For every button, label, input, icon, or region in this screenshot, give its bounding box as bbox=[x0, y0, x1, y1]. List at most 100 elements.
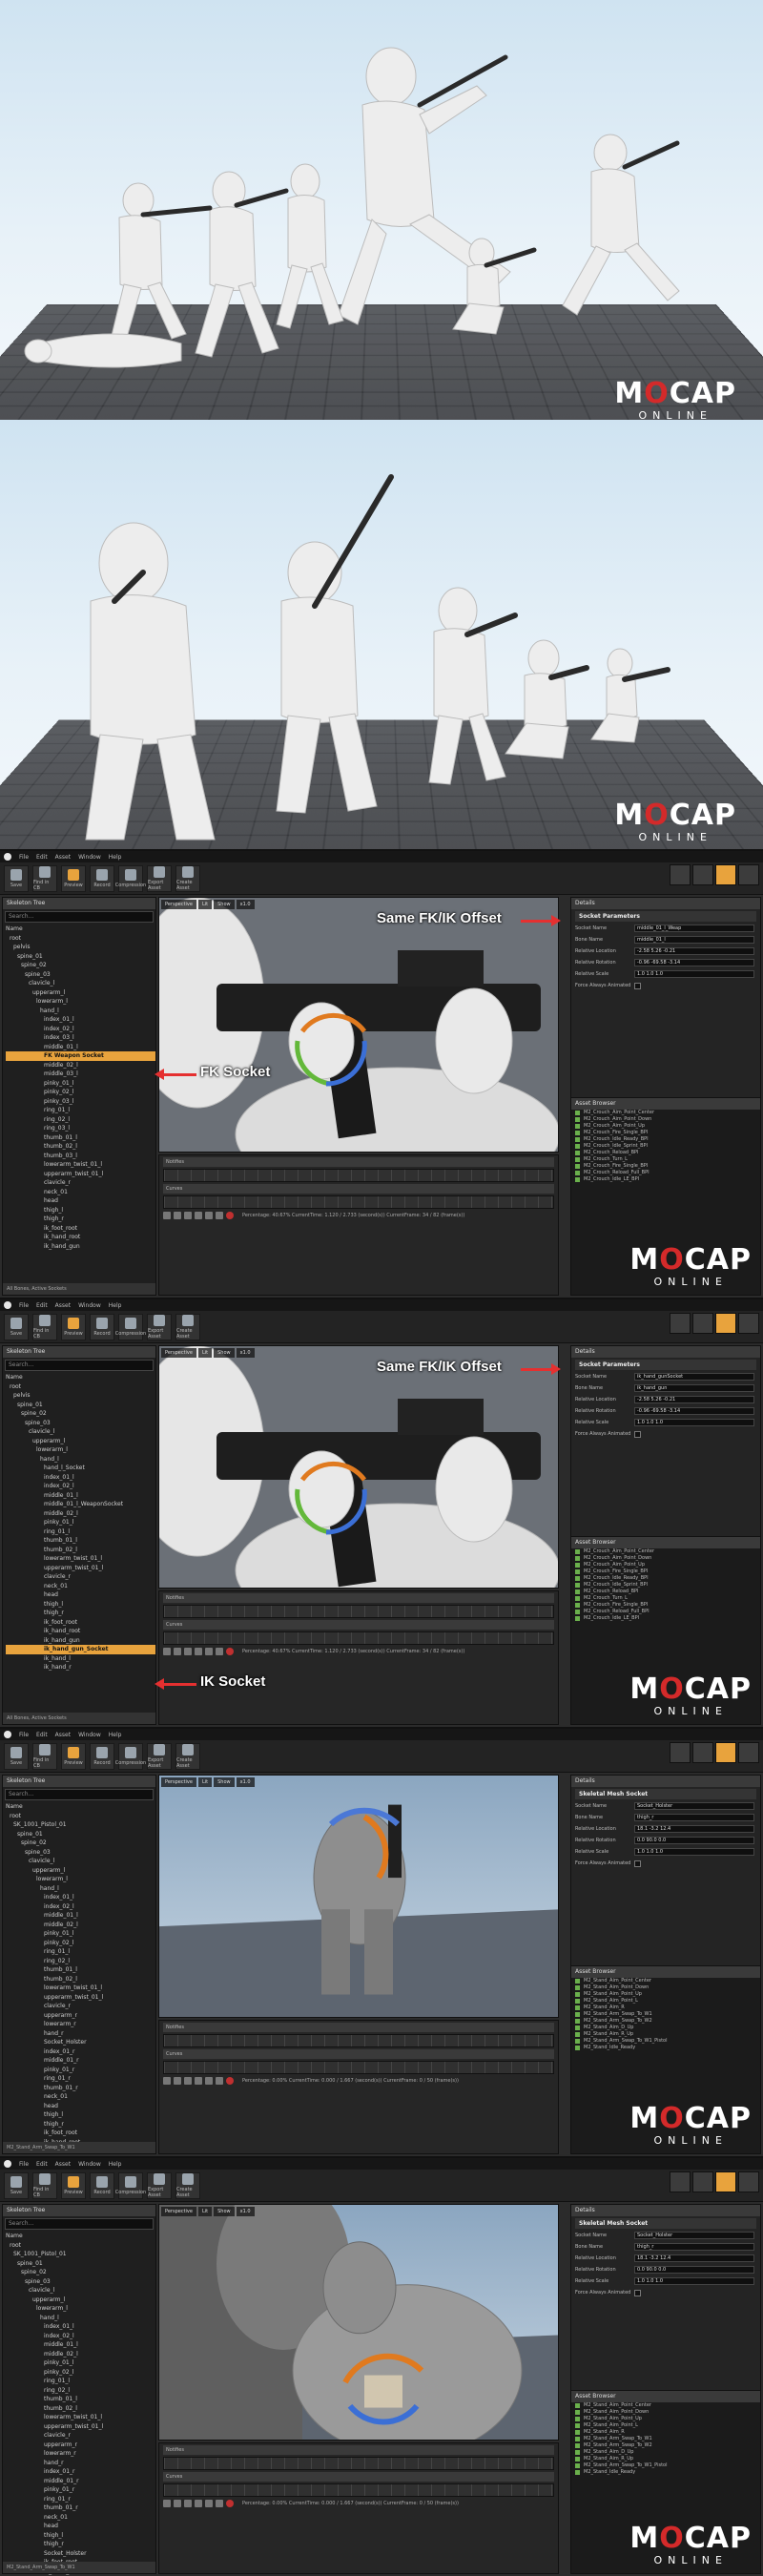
viewport-option-button[interactable]: Lit bbox=[197, 1348, 213, 1358]
property-value-field[interactable]: -0.96 -69.58 -3.14 bbox=[634, 1407, 754, 1415]
bone-tree-row[interactable]: pinky_01_l bbox=[6, 2358, 155, 2368]
menu-item-file[interactable]: File bbox=[19, 854, 29, 861]
bone-tree-row[interactable]: middle_01_l bbox=[6, 1911, 155, 1921]
property-value-field[interactable]: Socket_Holster bbox=[634, 2232, 754, 2239]
bone-tree-row[interactable]: spine_02 bbox=[6, 961, 155, 970]
bone-tree-row[interactable]: pinky_02_l bbox=[6, 2368, 155, 2378]
bone-tree-row[interactable]: spine_01 bbox=[6, 952, 155, 962]
asset-list-item[interactable]: M2_Stand_Arm_Swap_To_W2 bbox=[571, 2442, 760, 2449]
bone-tree-row[interactable]: ik_hand_r bbox=[6, 1663, 155, 1672]
compression-button[interactable]: Compression bbox=[115, 2171, 146, 2199]
property-value-field[interactable]: 0.0 90.0 0.0 bbox=[634, 1837, 754, 1844]
viewport-option-button[interactable]: Perspective bbox=[161, 900, 196, 909]
bone-tree-row[interactable]: neck_01 bbox=[6, 1582, 155, 1591]
tree-filter-footer[interactable]: M2_Stand_Arm_Swap_To_W1 bbox=[3, 2562, 155, 2573]
bone-tree-row[interactable]: clavicle_l bbox=[6, 1857, 155, 1866]
preview-button[interactable]: Preview bbox=[61, 864, 86, 892]
bone-tree-row[interactable]: FK Weapon Socket bbox=[6, 1051, 155, 1061]
menu-item-edit[interactable]: Edit bbox=[36, 854, 48, 861]
preview-viewport[interactable]: Perspective Lit Show x1.0 bbox=[158, 1775, 559, 2018]
bone-tree-row[interactable]: thumb_01_l bbox=[6, 1965, 155, 1975]
asset-list-item[interactable]: M2_Crouch_Idle_Sprint_BPI bbox=[571, 1143, 760, 1150]
record-button[interactable]: Record bbox=[90, 1313, 114, 1340]
skip-start-icon[interactable] bbox=[163, 1648, 171, 1655]
property-value-field[interactable]: 1.0 1.0 1.0 bbox=[634, 970, 754, 978]
property-value-field[interactable]: -2.58 5.26 -0.21 bbox=[634, 947, 754, 955]
bone-tree-row[interactable]: lowerarm_r bbox=[6, 2020, 155, 2029]
bone-tree-row[interactable]: clavicle_r bbox=[6, 2002, 155, 2011]
preview-viewport[interactable]: Perspective Lit Show x1.0 bbox=[158, 1345, 559, 1589]
bone-tree-row[interactable]: index_02_l bbox=[6, 1482, 155, 1491]
bone-tree-row[interactable]: index_02_l bbox=[6, 2332, 155, 2341]
asset-list-item[interactable]: M2_Stand_Aim_Point_Down bbox=[571, 2409, 760, 2416]
asset-list-item[interactable]: M2_Crouch_Idle_LE_BPI bbox=[571, 1176, 760, 1183]
menu-item-edit[interactable]: Edit bbox=[36, 2161, 48, 2168]
bone-tree-row[interactable]: spine_03 bbox=[6, 1419, 155, 1428]
bone-tree-row[interactable]: upperarm_r bbox=[6, 2011, 155, 2021]
next-frame-icon[interactable] bbox=[195, 2500, 202, 2507]
preview-viewport[interactable]: Perspective Lit Show x1.0 bbox=[158, 2204, 559, 2441]
bone-tree-row[interactable]: SK_1001_Pistol_01 bbox=[6, 2250, 155, 2259]
bone-tree-row[interactable]: ring_02_l bbox=[6, 2386, 155, 2396]
notifies-scrub[interactable] bbox=[163, 1605, 554, 1618]
bone-tree-row[interactable]: middle_02_l bbox=[6, 1921, 155, 1930]
export-asset-button[interactable]: Export Asset bbox=[147, 2171, 172, 2199]
notifies-scrub[interactable] bbox=[163, 2457, 554, 2470]
bone-tree-row[interactable]: ik_hand_gun bbox=[6, 1636, 155, 1646]
skeleton-mode-tab[interactable] bbox=[670, 2171, 691, 2192]
bone-tree-row[interactable]: upperarm_twist_01_l bbox=[6, 1564, 155, 1573]
bone-tree-row[interactable]: ik_foot_root bbox=[6, 2129, 155, 2138]
bone-tree-row[interactable]: root bbox=[6, 1382, 155, 1392]
menu-item-asset[interactable]: Asset bbox=[55, 2161, 71, 2168]
mesh-mode-tab[interactable] bbox=[692, 2171, 713, 2192]
property-value-field[interactable]: 18.1 -3.2 12.4 bbox=[634, 2254, 754, 2262]
bone-tree-row[interactable]: head bbox=[6, 2102, 155, 2111]
menu-item-edit[interactable]: Edit bbox=[36, 1732, 48, 1738]
asset-list-item[interactable]: M2_Crouch_Idle_Ready_BPI bbox=[571, 1136, 760, 1143]
find-in-cb-button[interactable]: Find in CB bbox=[32, 1313, 57, 1340]
skeleton-mode-tab[interactable] bbox=[670, 1313, 691, 1334]
asset-list-item[interactable]: M2_Stand_Aim_Point_Up bbox=[571, 1991, 760, 1998]
bone-tree-row[interactable]: thumb_03_l bbox=[6, 1152, 155, 1161]
bone-tree-row[interactable]: index_01_r bbox=[6, 2467, 155, 2477]
asset-list-item[interactable]: M2_Crouch_Aim_Point_Up bbox=[571, 1123, 760, 1130]
bone-tree-row[interactable]: upperarm_l bbox=[6, 2296, 155, 2305]
bone-tree-row[interactable]: middle_01_l_WeaponSocket bbox=[6, 1500, 155, 1509]
property-value-field[interactable]: 18.1 -3.2 12.4 bbox=[634, 1825, 754, 1833]
asset-list-item[interactable]: M2_Stand_Arm_Swap_To_W2 bbox=[571, 2018, 760, 2025]
bone-tree-row[interactable]: middle_02_l bbox=[6, 1509, 155, 1519]
bone-tree-row[interactable]: pinky_01_r bbox=[6, 2485, 155, 2495]
bone-tree-row[interactable]: lowerarm_l bbox=[6, 1875, 155, 1884]
physics-mode-tab[interactable] bbox=[738, 1313, 759, 1334]
curves-track[interactable]: Curves bbox=[163, 1184, 554, 1194]
asset-list-item[interactable]: M2_Stand_Arm_Swap_To_W1_Pistol bbox=[571, 2038, 760, 2045]
bone-tree-row[interactable]: thigh_r bbox=[6, 1215, 155, 1224]
menu-item-help[interactable]: Help bbox=[109, 1302, 122, 1309]
asset-list-item[interactable]: M2_Stand_Aim_R_Up bbox=[571, 2031, 760, 2038]
asset-list-item[interactable]: M2_Stand_Aim_Point_L bbox=[571, 2422, 760, 2429]
timeline-scrubber[interactable] bbox=[163, 1631, 554, 1645]
record-dot-icon[interactable] bbox=[226, 1212, 234, 1219]
menu-item-asset[interactable]: Asset bbox=[55, 1302, 71, 1309]
property-value-field[interactable]: 1.0 1.0 1.0 bbox=[634, 1419, 754, 1426]
menu-item-file[interactable]: File bbox=[19, 2161, 29, 2168]
asset-list-item[interactable]: M2_Stand_Aim_Point_Up bbox=[571, 2416, 760, 2422]
bone-tree-row[interactable]: SK_1001_Pistol_01 bbox=[6, 1820, 155, 1830]
bone-tree-row[interactable]: thigh_r bbox=[6, 1609, 155, 1618]
bone-tree-row[interactable]: clavicle_r bbox=[6, 1572, 155, 1582]
bone-tree-row[interactable]: thumb_01_l bbox=[6, 1536, 155, 1546]
menu-item-window[interactable]: Window bbox=[78, 2161, 101, 2168]
asset-list-item[interactable]: M2_Stand_Aim_Point_Center bbox=[571, 1978, 760, 1984]
save-button[interactable]: Save bbox=[4, 2171, 29, 2199]
asset-list-item[interactable]: M2_Stand_Arm_Swap_To_W1 bbox=[571, 2011, 760, 2018]
animation-mode-tab[interactable] bbox=[715, 2171, 736, 2192]
property-value-field[interactable]: middle_01_l bbox=[634, 936, 754, 944]
next-frame-icon[interactable] bbox=[195, 1212, 202, 1219]
bone-tree-row[interactable]: spine_02 bbox=[6, 2268, 155, 2277]
timeline-scrubber[interactable] bbox=[163, 1195, 554, 1209]
menu-item-help[interactable]: Help bbox=[109, 854, 122, 861]
bone-tree-row[interactable]: lowerarm_twist_01_l bbox=[6, 1554, 155, 1564]
next-frame-icon[interactable] bbox=[195, 2077, 202, 2085]
viewport-option-button[interactable]: x1.0 bbox=[236, 2207, 255, 2216]
notifies-track[interactable]: Notifies bbox=[163, 2445, 554, 2455]
